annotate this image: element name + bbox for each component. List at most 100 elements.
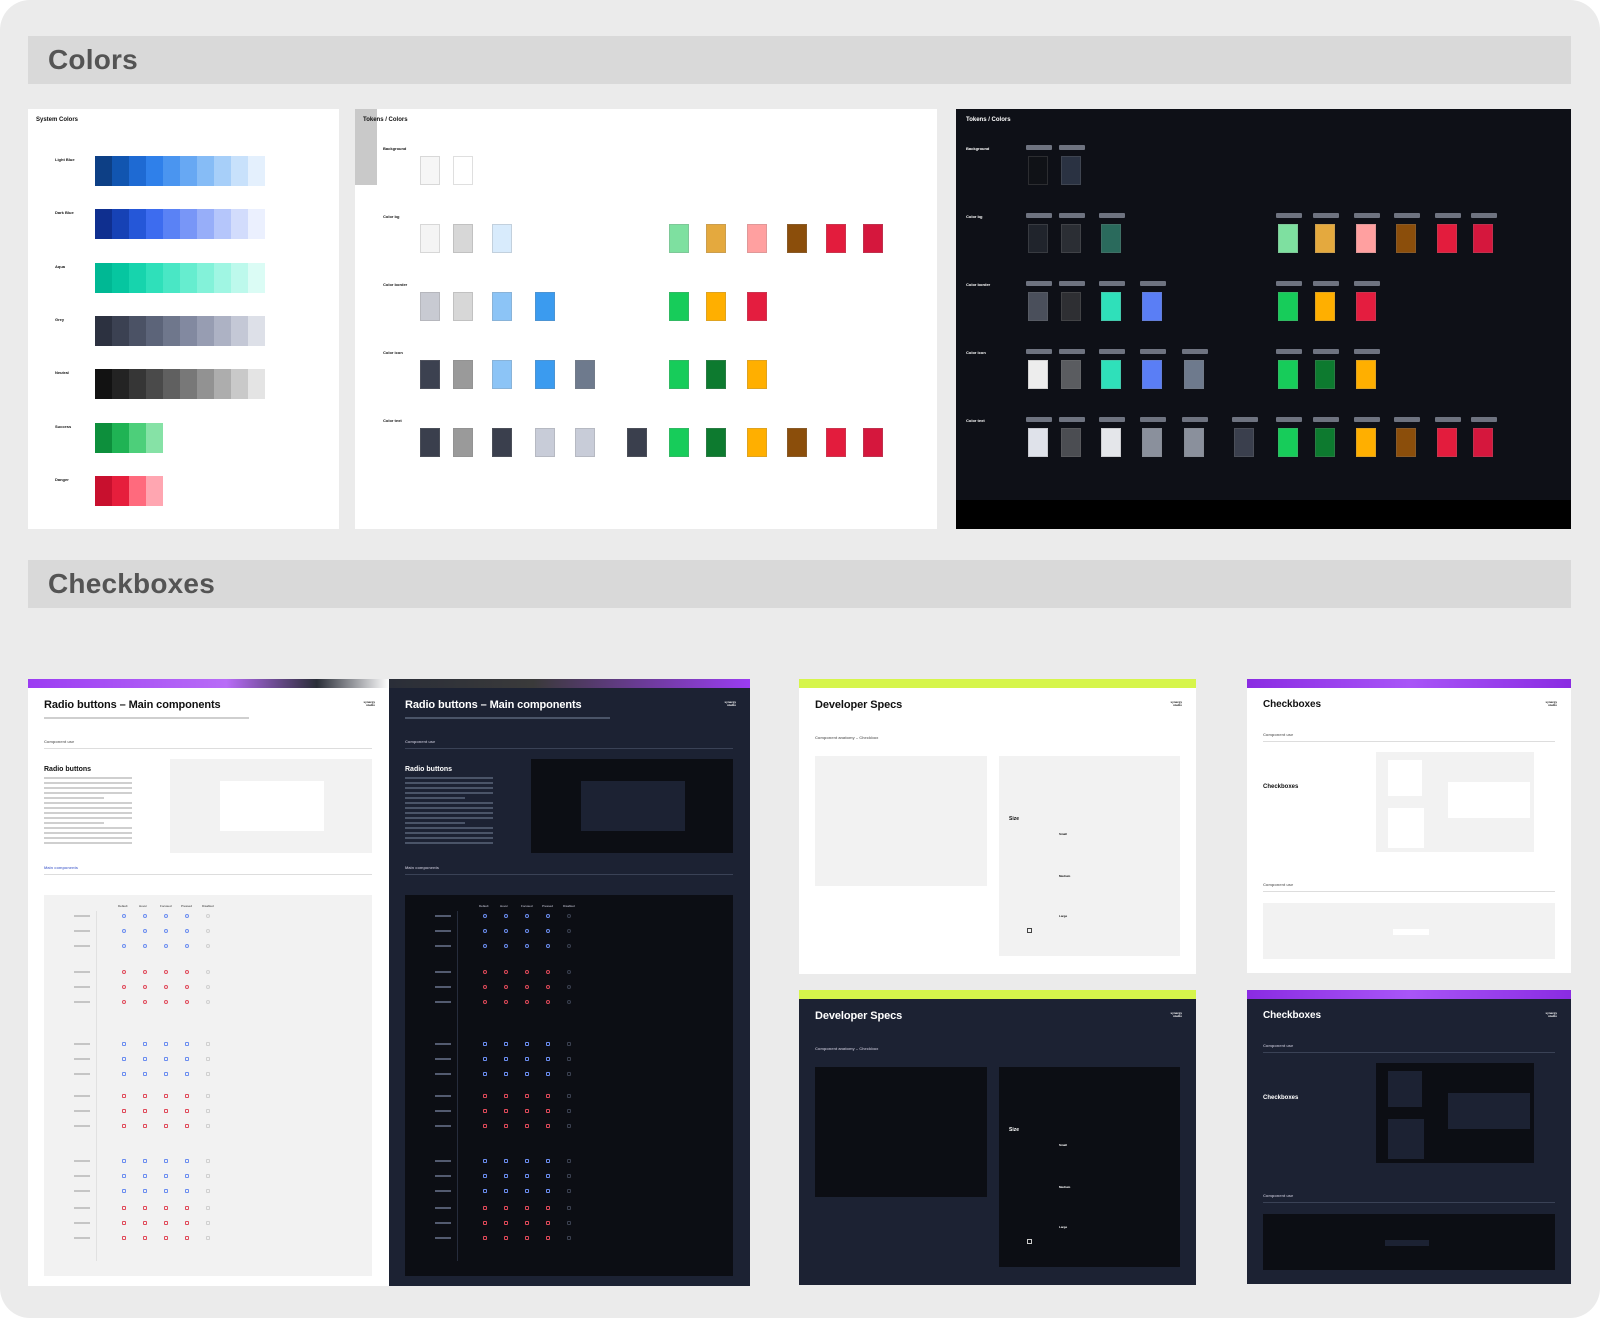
token-swatch[interactable]: [787, 224, 807, 253]
token-swatch[interactable]: [1437, 224, 1457, 253]
color-swatch[interactable]: [146, 156, 163, 186]
token-swatch[interactable]: [1028, 428, 1048, 457]
state-control[interactable]: [185, 1206, 189, 1210]
state-control[interactable]: [546, 1206, 550, 1210]
state-control[interactable]: [504, 1206, 508, 1210]
color-swatch[interactable]: [146, 263, 163, 293]
color-swatch[interactable]: [163, 369, 180, 399]
state-control[interactable]: [546, 929, 550, 933]
state-control[interactable]: [143, 1159, 147, 1163]
state-control[interactable]: [483, 1159, 487, 1163]
state-control[interactable]: [567, 914, 571, 918]
token-swatch[interactable]: [1356, 292, 1376, 321]
state-control[interactable]: [206, 1000, 210, 1004]
state-control[interactable]: [185, 1109, 189, 1113]
token-swatch[interactable]: [1101, 360, 1121, 389]
token-swatch[interactable]: [420, 224, 440, 253]
color-swatch[interactable]: [248, 263, 265, 293]
token-swatch[interactable]: [420, 428, 440, 457]
token-swatch[interactable]: [492, 224, 512, 253]
color-swatch[interactable]: [112, 476, 129, 506]
color-swatch[interactable]: [197, 209, 214, 239]
state-control[interactable]: [567, 985, 571, 989]
state-control[interactable]: [525, 1189, 529, 1193]
color-swatch[interactable]: [214, 156, 231, 186]
state-control[interactable]: [164, 1189, 168, 1193]
state-control[interactable]: [164, 944, 168, 948]
token-swatch[interactable]: [535, 428, 555, 457]
state-control[interactable]: [525, 944, 529, 948]
state-control[interactable]: [206, 1124, 210, 1128]
state-control[interactable]: [164, 1000, 168, 1004]
state-control[interactable]: [185, 929, 189, 933]
state-control[interactable]: [143, 914, 147, 918]
color-swatch[interactable]: [231, 209, 248, 239]
state-control[interactable]: [525, 1221, 529, 1225]
tokens-dark-frame[interactable]: Tokens / Colors Background Color bg Color …: [956, 109, 1571, 529]
state-control[interactable]: [185, 1000, 189, 1004]
state-control[interactable]: [122, 1189, 126, 1193]
token-swatch[interactable]: [1061, 224, 1081, 253]
state-control[interactable]: [122, 1094, 126, 1098]
token-swatch[interactable]: [1278, 428, 1298, 457]
color-swatch[interactable]: [180, 263, 197, 293]
token-swatch[interactable]: [1061, 156, 1081, 185]
state-control[interactable]: [546, 914, 550, 918]
state-control[interactable]: [567, 1174, 571, 1178]
token-swatch[interactable]: [1101, 292, 1121, 321]
state-control[interactable]: [525, 1042, 529, 1046]
state-control[interactable]: [483, 1206, 487, 1210]
state-control[interactable]: [525, 1072, 529, 1076]
color-swatch[interactable]: [231, 316, 248, 346]
token-swatch[interactable]: [1396, 224, 1416, 253]
color-swatch[interactable]: [129, 156, 146, 186]
state-control[interactable]: [567, 1221, 571, 1225]
state-control[interactable]: [206, 1221, 210, 1225]
color-swatch[interactable]: [95, 476, 112, 506]
token-swatch[interactable]: [1061, 428, 1081, 457]
token-swatch[interactable]: [535, 292, 555, 321]
token-swatch[interactable]: [826, 224, 846, 253]
state-control[interactable]: [567, 1124, 571, 1128]
radio-buttons-dark-doc[interactable]: Radio buttons – Main components synergy …: [389, 679, 750, 1286]
state-control[interactable]: [164, 1109, 168, 1113]
state-control[interactable]: [567, 1000, 571, 1004]
token-swatch[interactable]: [492, 428, 512, 457]
state-control[interactable]: [525, 1094, 529, 1098]
checkboxes-dark-doc[interactable]: Checkboxes synergy studio Component use …: [1247, 990, 1571, 1284]
state-control[interactable]: [164, 1236, 168, 1240]
color-swatch[interactable]: [163, 316, 180, 346]
state-control[interactable]: [546, 1236, 550, 1240]
state-control[interactable]: [525, 1057, 529, 1061]
color-swatch[interactable]: [129, 476, 146, 506]
state-control[interactable]: [546, 1159, 550, 1163]
color-swatch[interactable]: [248, 209, 265, 239]
checkboxes-light-doc[interactable]: Checkboxes synergy studio Component use …: [1247, 679, 1571, 973]
state-control[interactable]: [567, 970, 571, 974]
color-swatch[interactable]: [146, 369, 163, 399]
state-control[interactable]: [504, 1236, 508, 1240]
token-swatch[interactable]: [1061, 360, 1081, 389]
color-swatch[interactable]: [129, 423, 146, 453]
token-swatch[interactable]: [1061, 292, 1081, 321]
state-control[interactable]: [525, 914, 529, 918]
state-control[interactable]: [206, 1236, 210, 1240]
state-control[interactable]: [567, 1042, 571, 1046]
token-swatch[interactable]: [706, 360, 726, 389]
state-control[interactable]: [143, 1221, 147, 1225]
state-control[interactable]: [504, 1109, 508, 1113]
state-control[interactable]: [143, 944, 147, 948]
color-swatch[interactable]: [214, 209, 231, 239]
token-swatch[interactable]: [492, 292, 512, 321]
state-control[interactable]: [567, 1094, 571, 1098]
state-control[interactable]: [546, 944, 550, 948]
state-control[interactable]: [164, 914, 168, 918]
token-swatch[interactable]: [1278, 360, 1298, 389]
token-swatch[interactable]: [747, 292, 767, 321]
token-swatch[interactable]: [1473, 428, 1493, 457]
color-swatch[interactable]: [95, 209, 112, 239]
token-swatch[interactable]: [826, 428, 846, 457]
state-control[interactable]: [122, 929, 126, 933]
system-colors-frame[interactable]: System Colors Light Blue Dark Blue Aqua Gre…: [28, 109, 339, 529]
color-swatch[interactable]: [248, 316, 265, 346]
